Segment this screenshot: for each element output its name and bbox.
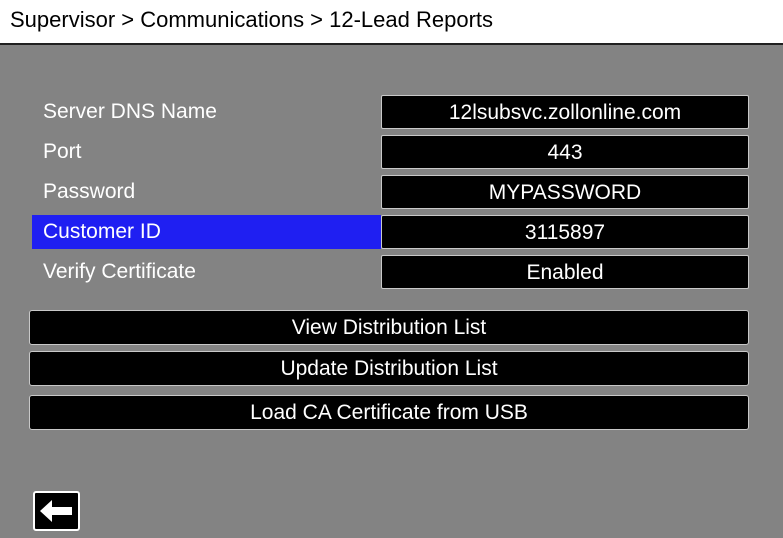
field-row-server-dns-name[interactable]: Server DNS Name 12lsubsvc.zollonline.com [32, 95, 749, 129]
field-label: Verify Certificate [43, 260, 196, 283]
field-label: Server DNS Name [43, 100, 217, 123]
verify-certificate-field[interactable]: Enabled [381, 255, 749, 289]
server-dns-name-field[interactable]: 12lsubsvc.zollonline.com [381, 95, 749, 129]
update-distribution-list-button[interactable]: Update Distribution List [29, 351, 749, 386]
back-button[interactable] [33, 491, 80, 531]
field-label: Password [43, 180, 136, 203]
field-row-verify-certificate[interactable]: Verify Certificate Enabled [32, 255, 749, 289]
password-field[interactable]: MYPASSWORD [381, 175, 749, 209]
field-row-password[interactable]: Password MYPASSWORD [32, 175, 749, 209]
field-label-selected: Customer ID [32, 215, 381, 249]
breadcrumb: Supervisor > Communications > 12-Lead Re… [10, 7, 494, 32]
field-row-port[interactable]: Port 443 [32, 135, 749, 169]
customer-id-field[interactable]: 3115897 [381, 215, 749, 249]
port-field[interactable]: 443 [381, 135, 749, 169]
field-row-customer-id[interactable]: Customer ID 3115897 [32, 215, 749, 249]
arrow-left-icon [40, 500, 72, 522]
field-label: Port [43, 140, 82, 163]
load-ca-certificate-button[interactable]: Load CA Certificate from USB [29, 395, 749, 430]
title-bar: Supervisor > Communications > 12-Lead Re… [0, 0, 783, 45]
view-distribution-list-button[interactable]: View Distribution List [29, 310, 749, 345]
